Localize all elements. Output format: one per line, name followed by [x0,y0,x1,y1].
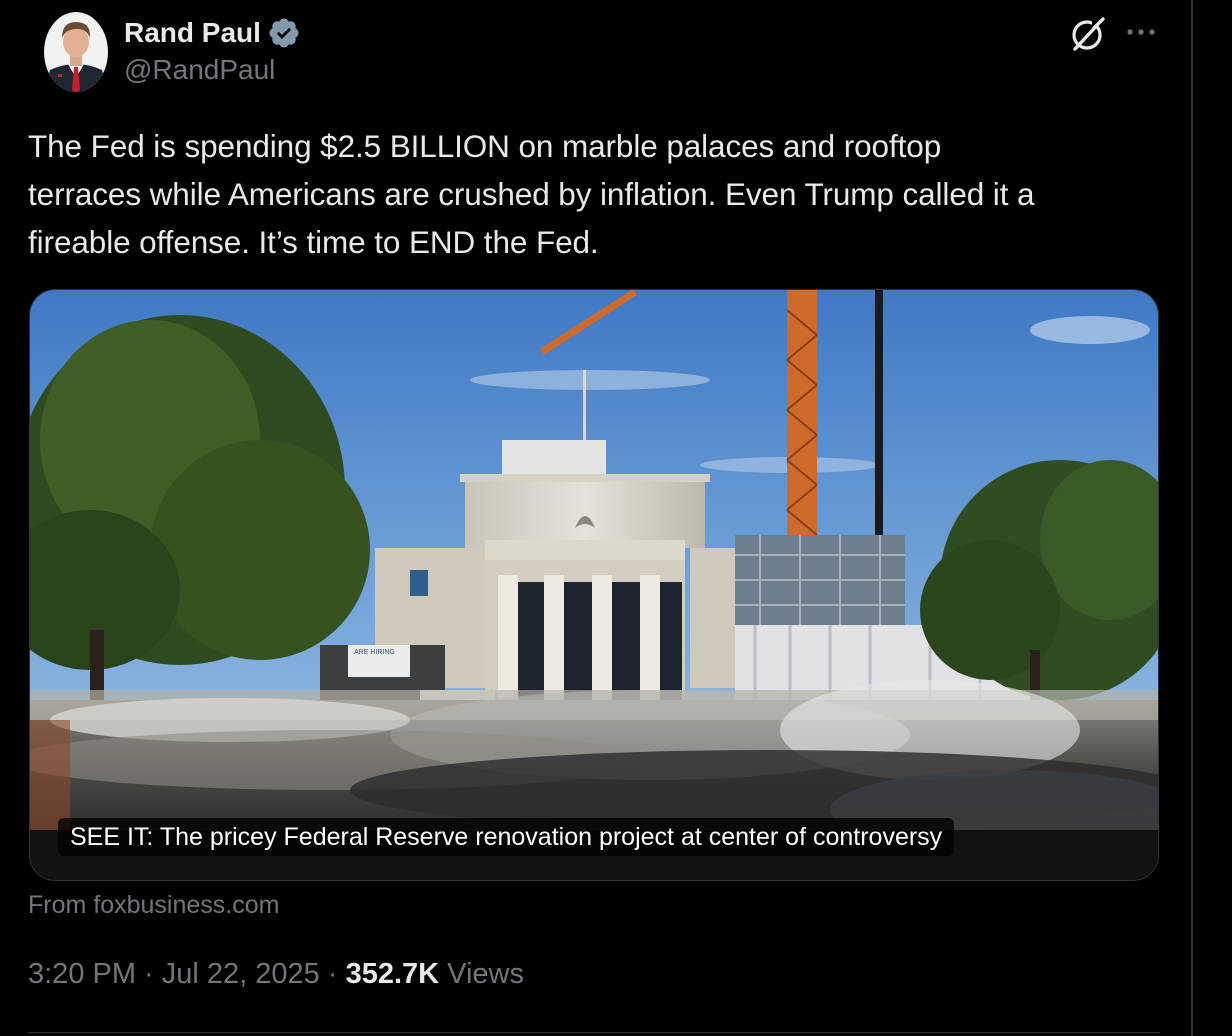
link-card-caption: SEE IT: The pricey Federal Reserve renov… [58,818,955,856]
grok-icon[interactable] [1068,14,1108,54]
tweet-date[interactable]: Jul 22, 2025 [162,958,320,991]
tweet-meta: 3:20 PM · Jul 22, 2025 · 352.7K Views [28,958,524,991]
meta-separator: · [136,958,162,990]
more-dots-icon[interactable] [1122,18,1162,48]
column-divider [1191,0,1193,1036]
tweet: Rand Paul @RandPaul The Fed is spending … [0,0,1191,1036]
divider [28,1032,1160,1033]
author-avatar[interactable] [44,12,108,92]
verified-badge-icon[interactable] [267,16,301,50]
tweet-text: The Fed is spending $2.5 BILLION on marb… [28,128,1035,260]
views-label: Views [439,958,524,990]
views-count: 352.7K [345,958,440,990]
link-card[interactable]: ARE HIRING [29,289,1159,881]
tweet-time[interactable]: 3:20 PM [28,958,136,991]
author-name-row: Rand Paul [124,14,301,52]
author-handle[interactable]: @RandPaul [124,54,275,86]
meta-separator: · [319,958,346,990]
author-display-name[interactable]: Rand Paul [124,17,261,49]
link-card-caption-overlay [30,290,1158,880]
avatar-image [44,12,108,92]
link-card-source[interactable]: From foxbusiness.com [28,891,279,920]
